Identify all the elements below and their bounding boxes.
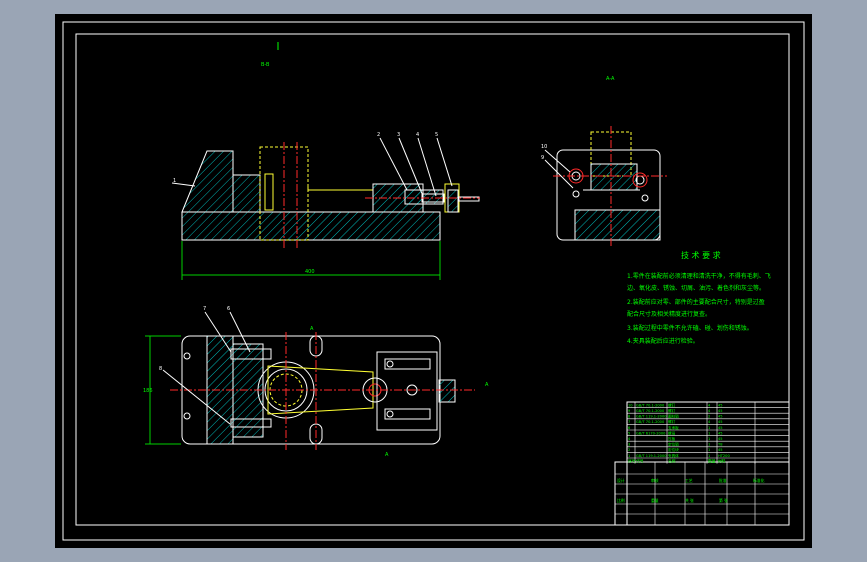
part-number-7: 7 — [203, 306, 206, 312]
bom-header-cell: 材料 — [718, 458, 726, 463]
bom-cell: 45 — [718, 437, 723, 441]
tb-label: 工艺 — [685, 478, 693, 483]
bom-header-cell: 代号 — [636, 458, 644, 463]
tb-label: 标准化 — [753, 478, 765, 483]
bom-cell: 压板 — [668, 436, 676, 441]
drawing-viewport[interactable]: B-B A-A 400 1 2 3 4 5 10 9 186 A A A 7 6… — [0, 0, 867, 562]
bom-cell: GB/T 70.1-2000 — [636, 420, 665, 424]
title-block: 10 GB/T 70.1-2000 螺钉 4 459 GB/T 70.1-2000 螺钉 4 4… — [614, 401, 790, 526]
tb-label: 重量 — [651, 498, 659, 503]
plan-bottom-mark: A — [385, 452, 389, 458]
bom-cell: 1 — [708, 437, 710, 441]
part-number-4: 4 — [416, 132, 419, 138]
bom-cell: 6 — [628, 426, 631, 430]
tb-label: 第 张 — [719, 498, 728, 503]
bom-cell: 45 — [718, 426, 723, 430]
bom-cell: 定位销 — [668, 442, 679, 447]
bom-cell: GB/T 70.1-2000 — [636, 403, 665, 407]
overall-width-dimension: 186 — [143, 388, 153, 394]
side-view: 10 9 — [541, 126, 667, 248]
bom-cell: 8 — [628, 415, 631, 419]
bom-cell: GB/T 70.1-2000 — [636, 409, 665, 413]
bom-cell: 10 — [628, 403, 633, 407]
bom-cell: 45 — [718, 431, 723, 435]
part-number-3: 3 — [397, 132, 400, 138]
bom-cell: 45 — [718, 409, 723, 413]
bom-cell: 45 — [718, 415, 723, 419]
section-view-label: A-A — [606, 76, 615, 82]
bom-cell: GB/T 6170-2000 — [636, 431, 666, 435]
bom-cell: 定位块 — [668, 447, 679, 452]
bom-cell: 支承板 — [668, 425, 679, 430]
bom-cell: 4 — [628, 437, 631, 441]
bom-header-cell: 数量 — [708, 458, 716, 463]
bom-cell: 1 — [708, 426, 710, 430]
bom-cell: 螺钉 — [668, 402, 676, 407]
tb-label: 审核 — [651, 478, 659, 483]
bom-cell: HT200 — [718, 454, 730, 458]
part-number-8: 8 — [159, 366, 162, 372]
tb-label: 共 张 — [685, 498, 694, 503]
bom-cell: 2 — [708, 415, 710, 419]
bom-cell: GB/T 119.1-2000 — [636, 415, 667, 419]
front-section-view: 400 1 2 3 4 5 — [171, 132, 480, 280]
bom-cell: 2 — [628, 448, 630, 452]
part-number-5: 5 — [435, 132, 438, 138]
bom-header-cell: 名称 — [668, 458, 676, 463]
bom-cell: 1 — [708, 454, 710, 458]
cad-drawing: B-B A-A 400 1 2 3 4 5 10 9 186 A A A 7 6… — [62, 21, 805, 541]
front-view-label: B-B — [261, 62, 270, 68]
bom-cell: 45 — [718, 448, 723, 452]
bom-cell: T8 — [717, 443, 723, 447]
tb-label: 比例 — [617, 498, 625, 503]
plan-side-mark: A — [485, 382, 489, 388]
tech-req-line-1: 1.零件在装配前必须清理和清洗干净，不得有毛刺、飞 — [627, 272, 771, 280]
tech-req-line-6: 4.夹具装配后应进行检验。 — [627, 337, 699, 345]
part-number-9: 9 — [541, 155, 544, 161]
bom-header-cell: 序号 — [628, 458, 636, 463]
bom-cell: GB/T 119.1-2000 — [636, 454, 667, 458]
bom-cell: 螺母 — [668, 430, 676, 435]
tech-req-line-4: 配合尺寸及相关精度进行复查。 — [627, 310, 711, 318]
tech-req-title: 技 术 要 求 — [681, 250, 721, 260]
tb-label: 批准 — [719, 478, 727, 483]
part-number-2: 2 — [377, 132, 380, 138]
bom-cell: 螺钉 — [668, 419, 676, 424]
tb-label: 设计 — [617, 478, 625, 483]
part-number-6: 6 — [227, 306, 230, 312]
bom-cell: 4 — [708, 403, 711, 407]
bom-cell: 7 — [628, 420, 630, 424]
bom-cell: 1 — [708, 443, 710, 447]
bom-cell: 4 — [708, 409, 711, 413]
plan-top-mark: A — [310, 326, 314, 332]
bom-cell: 1 — [708, 431, 710, 435]
bom-cell: 圆柱销 — [668, 414, 679, 419]
bom-cell: 9 — [628, 409, 631, 413]
bom-cell: 4 — [708, 420, 711, 424]
bom-cell: 1 — [708, 448, 710, 452]
bom-cell: 45 — [718, 420, 723, 424]
technical-requirements: 技 术 要 求 1.零件在装配前必须清理和清洗干净，不得有毛刺、飞 边、氧化皮、… — [627, 250, 771, 345]
bom-cell: 5 — [628, 431, 630, 435]
bom-cell: 1 — [628, 454, 630, 458]
tech-req-line-3: 2.装配前应对零、部件的主要配合尺寸，特别是过盈 — [627, 298, 765, 306]
part-number-1: 1 — [173, 178, 176, 184]
bom-cell: 45 — [718, 403, 723, 407]
tech-req-line-5: 3.装配过程中零件不允许磕、碰、划伤和锈蚀。 — [627, 324, 753, 332]
plan-view: 186 A A A 7 6 8 — [143, 306, 489, 458]
part-number-10: 10 — [541, 144, 547, 150]
drawing-canvas[interactable]: B-B A-A 400 1 2 3 4 5 10 9 186 A A A 7 6… — [55, 14, 812, 548]
overall-length-dimension: 400 — [305, 269, 315, 275]
bom-cell: 螺钉 — [668, 408, 676, 413]
tech-req-line-2: 边、氧化皮、锈蚀、切屑、油污、着色剂和灰尘等。 — [627, 284, 765, 292]
bom-cell: 夹具体 — [668, 453, 679, 458]
bom-cell: 3 — [628, 443, 630, 447]
